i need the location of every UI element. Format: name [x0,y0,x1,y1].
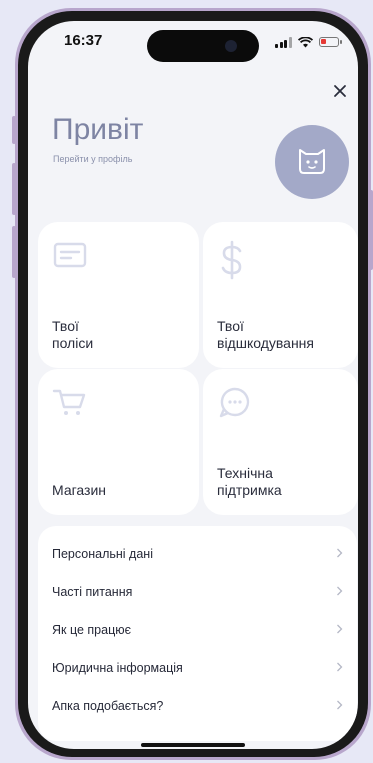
card-label: Технічна підтримка [217,465,282,498]
home-indicator[interactable] [141,743,245,747]
phone-screen: 16:37 Привіт Перейти у профіль Твої полі… [28,21,358,749]
side-button-volume-down [12,226,16,278]
chevron-right-icon [337,700,343,710]
menu-item-rate-app[interactable]: Апка подобається? [38,688,357,724]
menu-item-label: Апка подобається? [52,699,164,713]
card-shop[interactable]: Магазин [38,369,199,515]
menu-item-personal-data[interactable]: Персональні дані [38,536,357,572]
chevron-right-icon [337,662,343,672]
side-button-volume-up [12,163,16,215]
close-icon [334,85,346,97]
card-label: Твої відшкодування [217,318,314,351]
profile-link[interactable]: Перейти у профіль [53,154,132,164]
card-label: Твої поліси [52,318,94,351]
card-policies[interactable]: Твої поліси [38,222,199,368]
cart-icon [52,389,86,415]
chevron-right-icon [337,624,343,634]
menu-item-legal-info[interactable]: Юридична інформація [38,650,357,686]
card-support[interactable]: Технічна підтримка [203,369,358,515]
menu-item-label: Юридична інформація [52,661,183,675]
side-button-action [12,116,16,144]
menu-item-label: Часті питання [52,585,133,599]
dollar-icon [221,240,242,280]
close-button[interactable] [328,79,352,103]
signal-icon [275,36,292,48]
battery-icon [318,37,342,47]
card-claims[interactable]: Твої відшкодування [203,222,358,368]
cat-face-icon [299,149,325,174]
chevron-right-icon [337,548,343,558]
wifi-icon [297,36,313,47]
status-icons [275,35,342,49]
dynamic-island [147,30,259,62]
menu-item-faq[interactable]: Часті питання [38,574,357,610]
page-title: Привіт [52,113,144,146]
chat-bubble-icon [219,387,250,418]
chevron-right-icon [337,586,343,596]
avatar[interactable] [275,125,349,199]
menu-item-how-it-works[interactable]: Як це працює [38,612,357,648]
camera-icon [225,40,237,52]
menu-item-label: Як це працює [52,623,131,637]
menu-item-label: Персональні дані [52,547,153,561]
status-time: 16:37 [64,32,103,49]
side-button-power [369,190,373,270]
card-label: Магазин [52,482,107,498]
card-icon [53,242,87,268]
menu-list: Персональні дані Часті питання Як це пра… [38,526,357,741]
